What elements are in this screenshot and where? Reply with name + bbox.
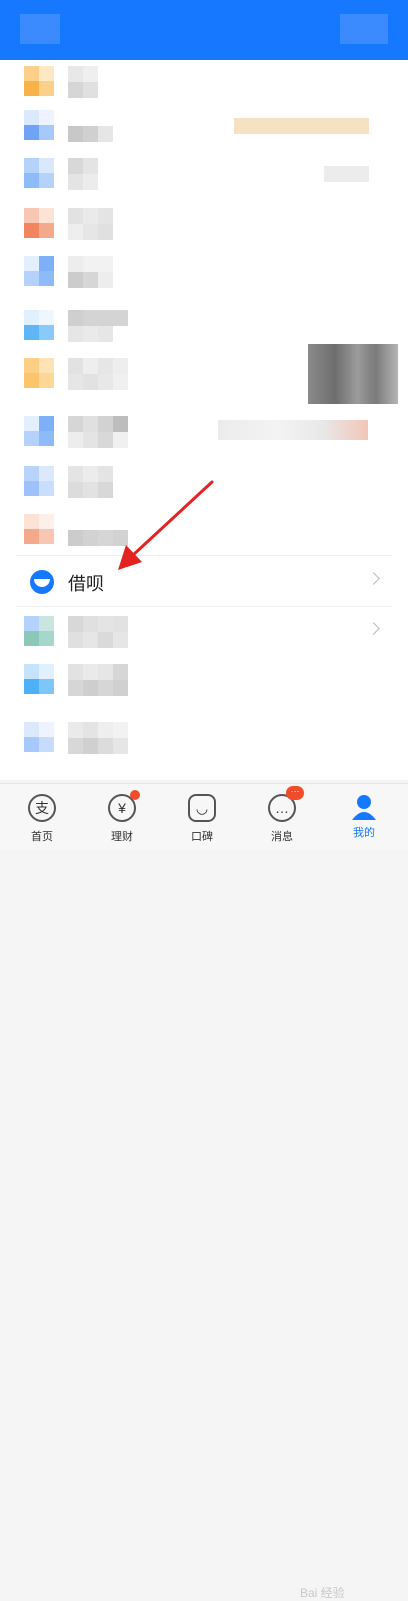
- chat-glyph: …: [275, 800, 289, 816]
- watermark: Bai 经验: [300, 1586, 345, 1600]
- tab-home[interactable]: 支 首页: [12, 790, 72, 844]
- koubei-icon: ◡: [188, 794, 216, 822]
- alipay-glyph: 支: [35, 800, 49, 816]
- tab-messages[interactable]: … ··· 消息: [252, 786, 312, 844]
- koubei-glyph: ◡: [195, 800, 209, 816]
- yuan-glyph: ¥: [118, 800, 126, 816]
- tab-label: 消息: [271, 831, 293, 843]
- notification-badge: ···: [286, 786, 304, 800]
- tab-label: 口碑: [191, 831, 213, 843]
- tab-koubei[interactable]: ◡ 口碑: [172, 790, 232, 844]
- tab-label: 首页: [31, 831, 53, 843]
- person-icon: [352, 795, 376, 820]
- yuan-icon: ¥: [108, 790, 140, 822]
- notification-dot: [130, 790, 140, 800]
- tab-me[interactable]: 我的: [334, 790, 394, 844]
- annotation-arrow: [118, 480, 214, 570]
- tab-label: 我的: [353, 827, 375, 839]
- alipay-icon: 支: [28, 794, 56, 822]
- tab-label: 理财: [111, 831, 133, 843]
- arrow-shaft: [130, 480, 214, 558]
- chat-icon: … ···: [268, 786, 304, 822]
- tab-wealth[interactable]: ¥ 理财: [92, 790, 152, 844]
- bottom-tab-bar: 支 首页 ¥ 理财 ◡ 口碑 … ··· 消息 我的 Bai 经验: [0, 783, 408, 1600]
